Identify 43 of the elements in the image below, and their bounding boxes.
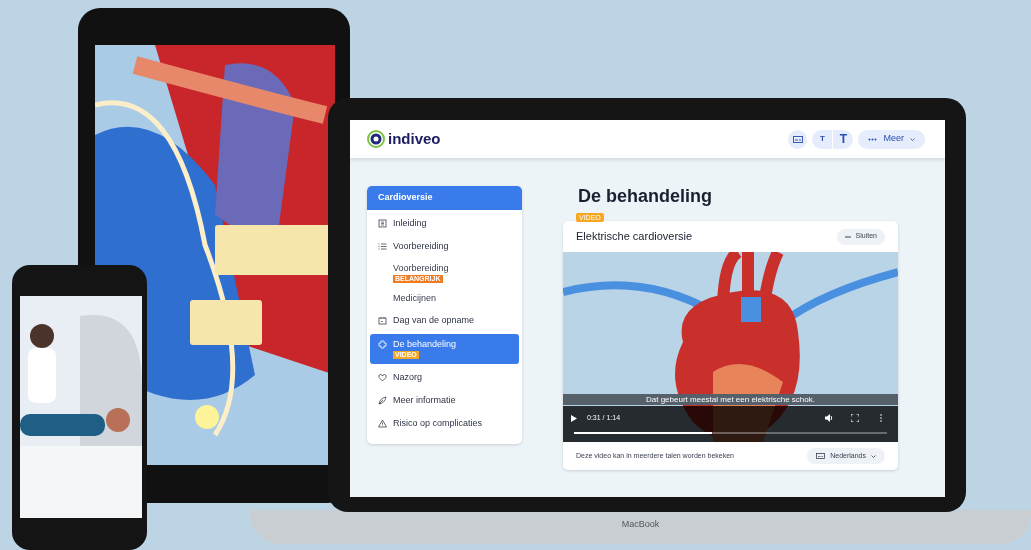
play-icon: [571, 414, 577, 422]
fullscreen-icon: [851, 414, 859, 422]
list-icon: [378, 242, 387, 251]
sidebar-item[interactable]: Inleiding: [370, 212, 519, 235]
document-icon: [378, 219, 387, 228]
subtitles-button[interactable]: [788, 129, 808, 149]
calendar-icon: [378, 316, 387, 325]
heart-icon: [378, 373, 387, 382]
item-label: Inleiding: [393, 218, 427, 229]
item-label: Dag van de opname: [393, 315, 475, 326]
item-label: Nazorg: [393, 372, 422, 383]
item-label: Risico op complicaties: [393, 418, 483, 429]
logo-text: indiveo: [388, 128, 441, 149]
more-menu-button[interactable]: Meer: [858, 129, 925, 149]
sidebar-title: Cardioversie: [367, 186, 522, 210]
warning-icon: [378, 419, 387, 428]
more-vertical-icon: [877, 414, 885, 422]
chevron-down-icon: [871, 454, 876, 458]
item-label: Medicijnen: [393, 293, 438, 304]
sidebar-item[interactable]: Dag van de opname: [370, 309, 519, 332]
volume-icon: [825, 414, 833, 422]
device-label: MacBook: [621, 518, 660, 530]
play-button[interactable]: [571, 414, 579, 422]
item-label: Meer informatie: [393, 395, 456, 406]
subtitles-icon: [816, 453, 826, 459]
page-title: De behandeling: [578, 185, 713, 207]
item-label: Voorbereiding: [393, 241, 449, 252]
smaller-text-button[interactable]: T: [812, 129, 833, 149]
minus-icon: [844, 235, 851, 238]
logo-icon: [367, 130, 385, 148]
sidebar-subitem[interactable]: Medicijnen: [370, 288, 519, 309]
item-label: Voorbereiding: [393, 263, 450, 274]
more-icon: [868, 137, 878, 141]
subtitles-icon: [793, 135, 803, 143]
chevron-down-icon: [910, 137, 915, 141]
sidebar-item[interactable]: Voorbereiding: [370, 235, 519, 258]
video-title: Elektrische cardioversie: [576, 229, 693, 245]
sidebar-item[interactable]: Risico op complicaties: [370, 412, 519, 435]
sidebar-item[interactable]: Nazorg: [370, 366, 519, 389]
item-label: De behandeling: [393, 339, 457, 350]
larger-text-button[interactable]: T: [833, 129, 854, 149]
sidebar-item[interactable]: Meer informatie: [370, 389, 519, 412]
video-caption: Dat gebeurt meestal met een elektrische schok.: [563, 394, 898, 405]
